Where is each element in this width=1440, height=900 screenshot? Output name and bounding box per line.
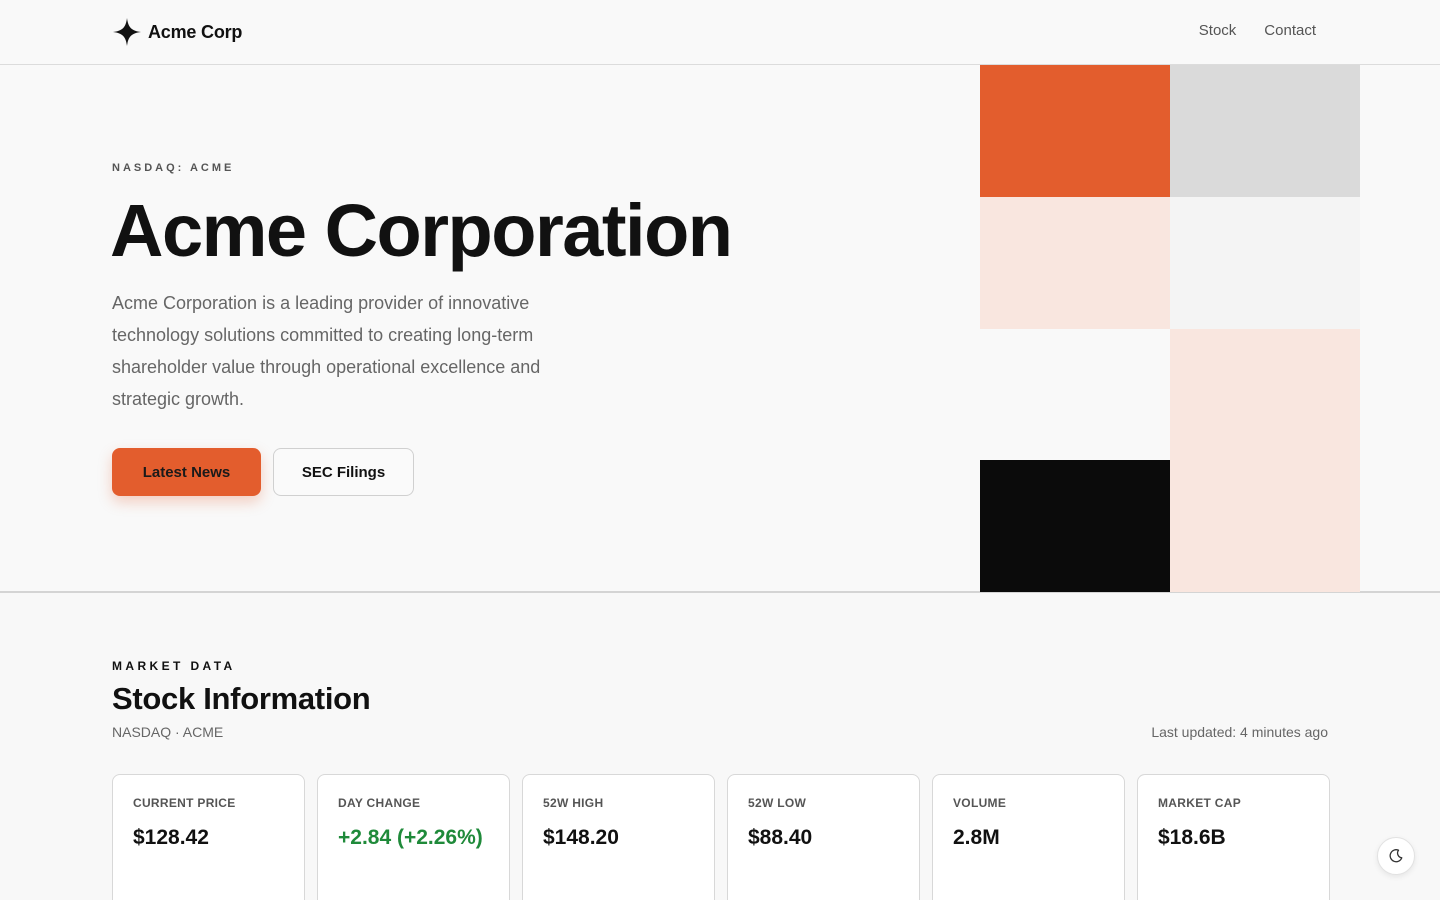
- nav-link-contact[interactable]: Contact: [1264, 22, 1316, 39]
- mosaic-tile-light: [1170, 197, 1360, 329]
- card-value: $128.42: [133, 826, 209, 849]
- hero-section: NASDAQ: ACME Acme Corporation Acme Corpo…: [0, 65, 1440, 593]
- card-day-change: DAY CHANGE +2.84 (+2.26%): [317, 774, 510, 900]
- card-label: 52W HIGH: [543, 796, 604, 810]
- card-value: $18.6B: [1158, 826, 1226, 849]
- exchange-subtitle: NASDAQ · ACME: [112, 724, 224, 740]
- card-market-cap: MARKET CAP $18.6B: [1137, 774, 1330, 900]
- card-value: $148.20: [543, 826, 619, 849]
- hero-title: Acme Corporation: [110, 189, 733, 272]
- main-nav: Stock Contact: [1199, 22, 1316, 39]
- section-eyebrow: MARKET DATA: [112, 659, 236, 673]
- decorative-mosaic: [980, 65, 1360, 592]
- latest-news-button[interactable]: Latest News: [112, 448, 261, 496]
- card-value: $88.40: [748, 826, 813, 849]
- stock-cards: CURRENT PRICE $128.42 DAY CHANGE +2.84 (…: [112, 774, 1330, 900]
- moon-icon: [1389, 849, 1403, 863]
- mosaic-tile-gray: [1170, 65, 1360, 197]
- mosaic-tile-white: [980, 329, 1170, 461]
- card-label: DAY CHANGE: [338, 796, 421, 810]
- card-label: CURRENT PRICE: [133, 796, 236, 810]
- card-52w-high: 52W HIGH $148.20: [522, 774, 715, 900]
- mosaic-tile-peach: [980, 197, 1170, 329]
- card-52w-low: 52W LOW $88.40: [727, 774, 920, 900]
- mosaic-tile-peach-tall: [1170, 329, 1360, 592]
- card-volume: VOLUME 2.8M: [932, 774, 1125, 900]
- theme-toggle-button[interactable]: [1377, 837, 1415, 875]
- hero-description: Acme Corporation is a leading provider o…: [112, 293, 541, 409]
- logo-text: Acme Corp: [148, 21, 243, 42]
- card-value: +2.84 (+2.26%): [338, 826, 483, 849]
- card-current-price: CURRENT PRICE $128.42: [112, 774, 305, 900]
- ticker-label: NASDAQ: ACME: [112, 162, 235, 174]
- nav-link-stock[interactable]: Stock: [1199, 22, 1237, 39]
- section-title: Stock Information: [112, 681, 371, 716]
- sec-filings-button[interactable]: SEC Filings: [273, 448, 414, 496]
- site-header: Acme Corp Stock Contact: [0, 0, 1440, 65]
- card-label: 52W LOW: [748, 796, 807, 810]
- card-label: VOLUME: [953, 796, 1007, 810]
- card-label: MARKET CAP: [1158, 796, 1241, 810]
- sparkle-logo-icon: [113, 18, 141, 46]
- mosaic-tile-accent: [980, 65, 1170, 197]
- last-updated: Last updated: 4 minutes ago: [1151, 724, 1328, 740]
- mosaic-tile-dark: [980, 460, 1170, 592]
- card-value: 2.8M: [953, 826, 1000, 849]
- logo[interactable]: Acme Corp: [112, 17, 242, 47]
